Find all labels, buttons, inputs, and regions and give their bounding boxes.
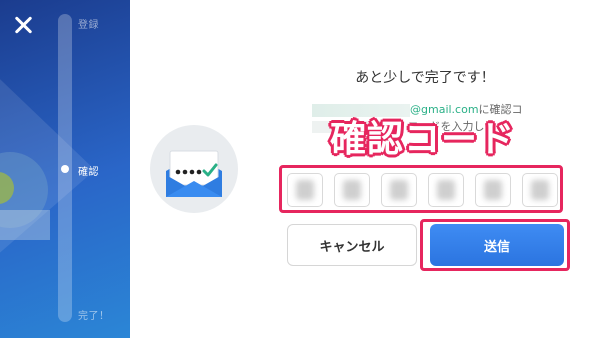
close-icon[interactable]	[12, 14, 34, 36]
annotation-label: 確認コード	[330, 119, 516, 160]
decorative-background	[0, 79, 95, 253]
code-digit-4[interactable]	[428, 173, 464, 207]
envelope-icon	[166, 150, 222, 197]
progress-sidebar: 登録 確認 完了！	[0, 0, 130, 338]
step-register: 登録	[78, 20, 99, 31]
envelope-avatar	[150, 125, 238, 213]
code-digit-5[interactable]	[475, 173, 511, 207]
step-complete: 完了！	[78, 311, 110, 322]
progress-indicator	[61, 165, 69, 173]
code-digit-3[interactable]	[381, 173, 417, 207]
code-digit-1[interactable]	[287, 173, 323, 207]
cancel-button[interactable]: キャンセル	[287, 224, 417, 266]
page-title: あと少しで完了です！	[355, 70, 495, 86]
code-digit-2[interactable]	[334, 173, 370, 207]
step-confirm: 確認	[78, 167, 99, 178]
code-digit-6[interactable]	[522, 173, 558, 207]
send-button[interactable]: 送信	[430, 224, 564, 266]
